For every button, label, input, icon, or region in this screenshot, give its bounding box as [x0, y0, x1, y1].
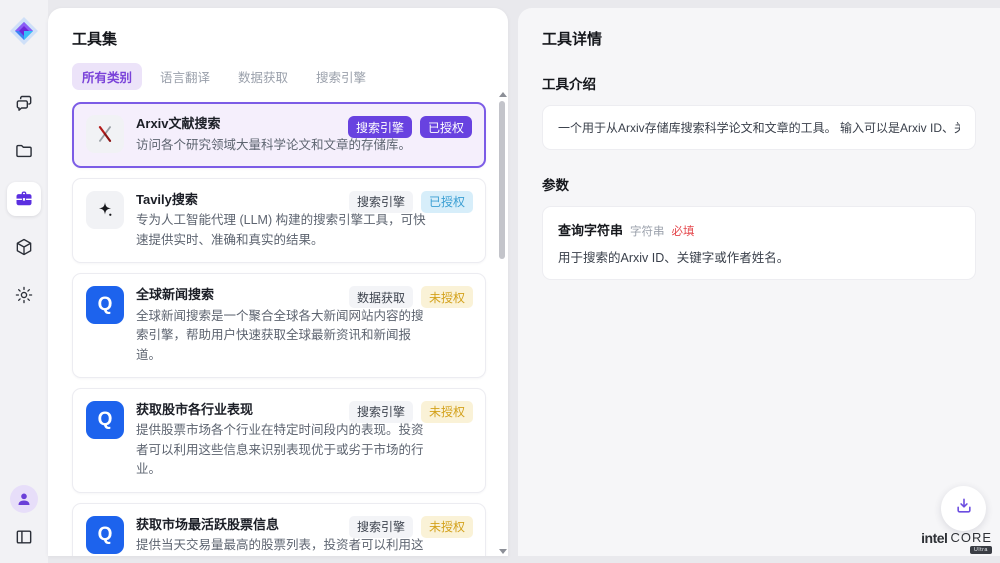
- category-badge: 搜索引擎: [349, 191, 413, 213]
- auth-status-badge: 未授权: [421, 401, 473, 423]
- sparkle-icon: [86, 191, 124, 229]
- download-icon: [954, 496, 974, 521]
- toolbox-icon: [14, 189, 34, 209]
- arxiv-icon: [86, 115, 124, 153]
- params-heading: 参数: [542, 174, 976, 194]
- page-title: 工具集: [72, 28, 484, 49]
- chat-icon: [14, 93, 34, 113]
- rail-bottom: [10, 485, 38, 551]
- q-blue-icon: Q: [86, 286, 124, 324]
- tool-card[interactable]: Arxiv文献搜索 访问各个研究领域大量科学论文和文章的存储库。 搜索引擎 已授…: [72, 102, 486, 168]
- detail-title: 工具详情: [542, 28, 976, 49]
- scrollbar[interactable]: [497, 92, 507, 554]
- tool-badges: 数据获取 未授权: [349, 286, 473, 308]
- param-box: 查询字符串 字符串 必填 用于搜索的Arxiv ID、关键字或作者姓名。: [542, 206, 976, 280]
- auth-status-badge: 未授权: [421, 516, 473, 538]
- sidebar-item-settings[interactable]: [7, 278, 41, 312]
- download-button[interactable]: [941, 486, 986, 531]
- app-logo-icon: [9, 16, 39, 46]
- cube-icon: [14, 237, 34, 257]
- tool-detail-panel: 工具详情 工具介绍 一个用于从Arxiv存储库搜索科学论文和文章的工具。 输入可…: [518, 8, 1000, 556]
- tool-list: Arxiv文献搜索 访问各个研究领域大量科学论文和文章的存储库。 搜索引擎 已授…: [48, 90, 506, 556]
- tool-description: 提供当天交易量最高的股票列表，投资者可以利用这些信息来识别流动性强的股票和潜在的…: [136, 536, 430, 556]
- category-badge: 搜索引擎: [349, 516, 413, 538]
- auth-status-badge: 未授权: [421, 286, 473, 308]
- sidebar-item-toolbox[interactable]: [7, 182, 41, 216]
- sidebar-item-cube[interactable]: [7, 230, 41, 264]
- tool-card[interactable]: Q 全球新闻搜索 全球新闻搜索是一个聚合全球各大新闻网站内容的搜索引擎，帮助用户…: [72, 273, 486, 378]
- q-blue-icon: Q: [86, 401, 124, 439]
- tool-description: 访问各个研究领域大量科学论文和文章的存储库。: [136, 136, 411, 155]
- tool-card[interactable]: Tavily搜索 专为人工智能代理 (LLM) 构建的搜索引擎工具，可快速提供实…: [72, 178, 486, 263]
- user-icon: [16, 491, 32, 507]
- scrollbar-thumb[interactable]: [499, 101, 505, 259]
- left-rail: [0, 0, 48, 563]
- category-badge: 搜索引擎: [349, 401, 413, 423]
- param-type: 字符串: [630, 223, 665, 239]
- tool-card[interactable]: Q 获取市场最活跃股票信息 提供当天交易量最高的股票列表，投资者可以利用这些信息…: [72, 503, 486, 556]
- core-wordmark: core: [950, 530, 992, 545]
- sidebar-item-folder[interactable]: [7, 134, 41, 168]
- tool-badges: 搜索引擎 未授权: [349, 516, 473, 538]
- rail-nav: [7, 86, 41, 312]
- tool-description: 专为人工智能代理 (LLM) 构建的搜索引擎工具，可快速提供实时、准确和真实的结…: [136, 211, 430, 250]
- settings-icon: [14, 285, 34, 305]
- tools-header: 工具集 所有类别语言翻译数据获取搜索引擎: [48, 8, 508, 90]
- param-description: 用于搜索的Arxiv ID、关键字或作者姓名。: [558, 247, 960, 266]
- sidebar-item-chat[interactable]: [7, 86, 41, 120]
- tools-panel: 工具集 所有类别语言翻译数据获取搜索引擎 Arxiv文献搜索 访问各个研究领域大…: [48, 8, 508, 556]
- category-tabs: 所有类别语言翻译数据获取搜索引擎: [72, 63, 484, 90]
- category-badge: 搜索引擎: [348, 116, 412, 138]
- auth-status-badge: 已授权: [421, 191, 473, 213]
- tool-description: 全球新闻搜索是一个聚合全球各大新闻网站内容的搜索引擎，帮助用户快速获取全球最新资…: [136, 307, 430, 365]
- folder-icon: [14, 141, 34, 161]
- tool-card[interactable]: Q 获取股市各行业表现 提供股票市场各个行业在特定时间段内的表现。投资者可以利用…: [72, 388, 486, 493]
- intro-heading: 工具介绍: [542, 73, 976, 93]
- tool-badges: 搜索引擎 未授权: [349, 401, 473, 423]
- collapse-panel-icon: [14, 527, 34, 547]
- scroll-up-arrow[interactable]: [499, 92, 507, 97]
- ultra-badge: Ultra: [970, 546, 992, 554]
- tab-1[interactable]: 语言翻译: [150, 63, 220, 90]
- param-name: 查询字符串: [558, 220, 623, 239]
- tool-badges: 搜索引擎 已授权: [348, 116, 472, 138]
- intro-text: 一个用于从Arxiv存储库搜索科学论文和文章的工具。 输入可以是Arxiv ID…: [558, 119, 960, 136]
- intro-box: 一个用于从Arxiv存储库搜索科学论文和文章的工具。 输入可以是Arxiv ID…: [542, 105, 976, 150]
- tab-2[interactable]: 数据获取: [228, 63, 298, 90]
- q-blue-icon: Q: [86, 516, 124, 554]
- sidebar-item-collapse-panel[interactable]: [10, 523, 38, 551]
- tool-badges: 搜索引擎 已授权: [349, 191, 473, 213]
- intel-wordmark: intel: [921, 530, 947, 546]
- tab-3[interactable]: 搜索引擎: [306, 63, 376, 90]
- category-badge: 数据获取: [349, 286, 413, 308]
- user-avatar[interactable]: [10, 485, 38, 513]
- scroll-down-arrow[interactable]: [499, 549, 507, 554]
- intel-core-logo: intel core Ultra: [921, 530, 992, 554]
- param-required-flag: 必填: [672, 223, 695, 239]
- tab-0[interactable]: 所有类别: [72, 63, 142, 90]
- auth-status-badge: 已授权: [420, 116, 472, 138]
- tool-description: 提供股票市场各个行业在特定时间段内的表现。投资者可以利用这些信息来识别表现优于或…: [136, 421, 430, 479]
